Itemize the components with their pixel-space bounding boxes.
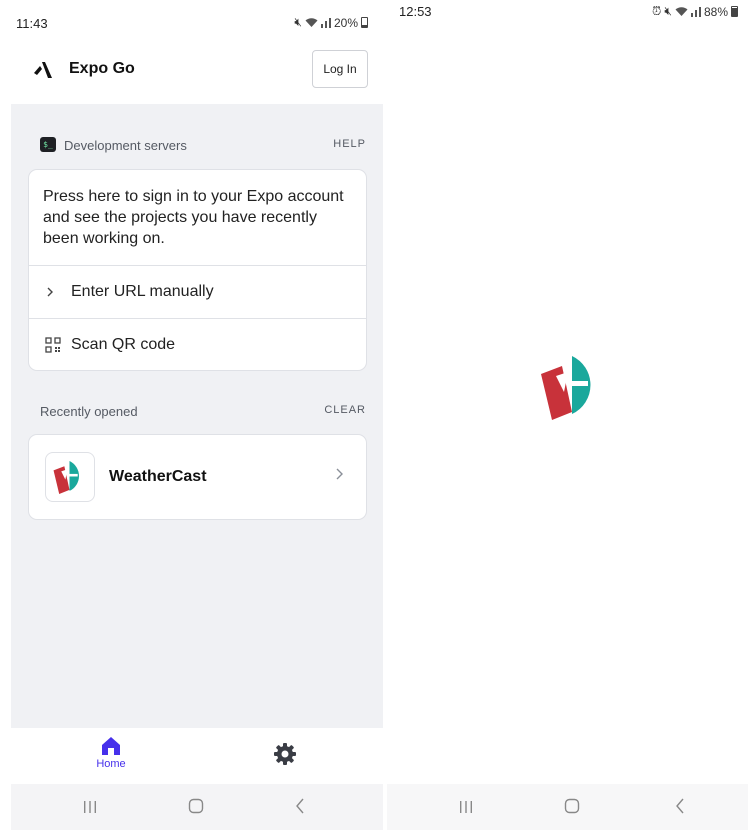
chevron-right-icon [334, 465, 344, 486]
recents-nav-icon[interactable] [83, 798, 97, 819]
home-icon [102, 737, 120, 755]
clear-link[interactable]: CLEAR [324, 404, 366, 416]
expo-logo-icon [27, 54, 59, 86]
home-nav-icon[interactable] [188, 798, 204, 819]
chevron-right-icon [45, 286, 67, 298]
scan-qr-row[interactable]: Scan QR code [29, 318, 366, 370]
battery-percent: 88% [703, 4, 728, 19]
battery-icon [731, 6, 738, 17]
recently-opened-header: Recently opened CLEAR [28, 402, 366, 422]
tab-settings[interactable] [272, 741, 298, 767]
expo-go-home-screen: 11:43 🔇︎ 20% Expo Go Log In $_ Developme… [11, 0, 383, 830]
mute-icon: 🔇︎ [294, 15, 302, 29]
tab-home[interactable]: Home [89, 736, 133, 770]
back-nav-icon[interactable] [295, 798, 305, 819]
signal-icon [320, 17, 331, 28]
gear-icon [274, 743, 296, 765]
recent-projects-card: WeatherCast [28, 434, 367, 520]
battery-percent: 20% [333, 15, 358, 30]
recent-project-item[interactable]: WeatherCast [29, 435, 366, 519]
log-in-button[interactable]: Log In [312, 50, 368, 88]
mute-icon: 🔇︎ [664, 4, 672, 18]
wifi-icon [675, 7, 688, 16]
enter-url-label: Enter URL manually [71, 283, 214, 300]
terminal-icon: $_ [40, 137, 56, 152]
app-title: Expo Go [69, 60, 135, 77]
weathercast-logo-icon [45, 452, 95, 502]
system-nav-bar [387, 784, 748, 830]
bottom-tab-bar: Home [11, 728, 383, 784]
weathercast-splash-screen: 12:53 ⏰︎ 🔇︎ 88% [387, 0, 748, 830]
recent-project-name: WeatherCast [109, 468, 207, 485]
qr-code-icon [45, 336, 67, 353]
recently-opened-title: Recently opened [40, 404, 138, 419]
status-bar: 11:43 🔇︎ 20% [11, 0, 383, 48]
alarm-icon: ⏰︎ [652, 4, 662, 18]
status-icons: ⏰︎ 🔇︎ 88% [652, 4, 738, 19]
status-time: 12:53 [399, 4, 432, 19]
dev-servers-card: Press here to sign in to your Expo accou… [28, 169, 367, 371]
status-time: 11:43 [16, 16, 48, 31]
home-nav-icon[interactable] [564, 798, 580, 819]
scan-qr-label: Scan QR code [71, 335, 176, 353]
back-nav-icon[interactable] [675, 798, 685, 819]
app-header: Expo Go Log In [11, 48, 383, 104]
status-icons: 🔇︎ 20% [294, 15, 368, 30]
recents-nav-icon[interactable] [459, 798, 473, 819]
signal-icon [690, 6, 701, 17]
sign-in-prompt[interactable]: Press here to sign in to your Expo accou… [29, 170, 366, 266]
dev-servers-title: Development servers [64, 138, 187, 153]
enter-url-row[interactable]: Enter URL manually [29, 266, 366, 318]
home-content: $_ Development servers HELP Press here t… [11, 104, 383, 728]
help-link[interactable]: HELP [333, 138, 366, 150]
tab-home-label: Home [96, 758, 126, 770]
dev-servers-header: $_ Development servers HELP [28, 136, 366, 156]
battery-icon [361, 17, 368, 28]
wifi-icon [305, 18, 318, 27]
weathercast-logo-icon [538, 352, 608, 422]
system-nav-bar [11, 784, 383, 830]
